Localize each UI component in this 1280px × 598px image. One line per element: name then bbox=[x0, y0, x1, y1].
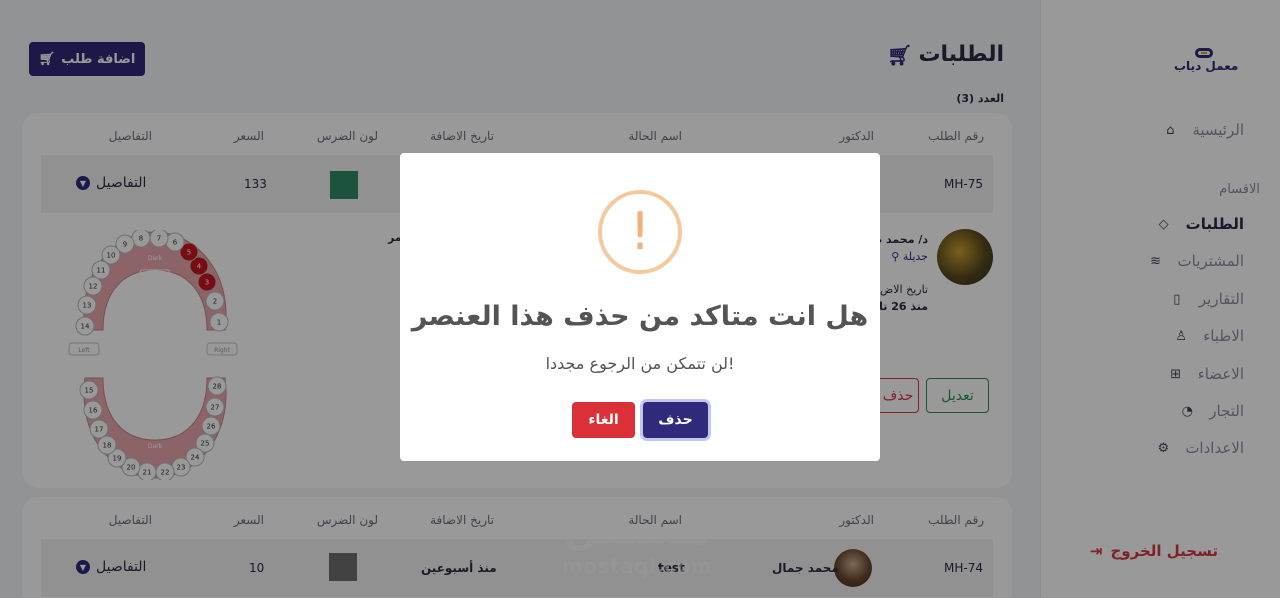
warning-icon: ! bbox=[598, 190, 682, 274]
dialog-title: هل انت متاكد من حذف هذا العنصر bbox=[411, 301, 869, 332]
confirm-delete-dialog: ! هل انت متاكد من حذف هذا العنصر لن تتمك… bbox=[400, 153, 880, 461]
cancel-button[interactable]: الغاء bbox=[572, 402, 635, 438]
dialog-text: لن تتمكن من الرجوع مجددا! bbox=[545, 354, 735, 373]
confirm-delete-button[interactable]: حذف bbox=[643, 402, 708, 438]
